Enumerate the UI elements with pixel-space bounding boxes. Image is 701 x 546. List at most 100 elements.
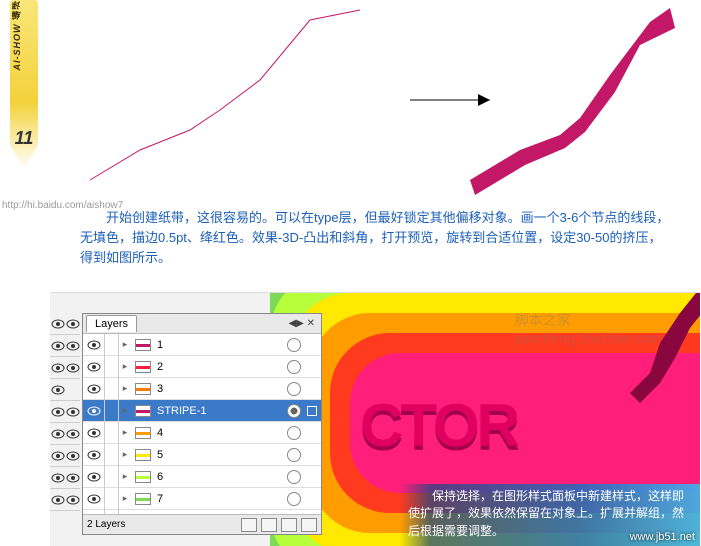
selection-color-box [307,362,317,372]
target-icon[interactable] [287,360,301,374]
arrow-head-icon [478,94,490,106]
lock-column[interactable] [105,378,119,400]
badge-number: 11 [10,128,38,149]
disclosure-triangle-icon[interactable]: ▸ [119,361,131,372]
eye-icon[interactable] [65,313,80,334]
eye-icon[interactable] [50,467,65,488]
layers-panel-header[interactable]: Layers ◀▶ ✕ [83,314,321,334]
layer-name[interactable]: 5 [155,449,287,461]
disclosure-triangle-icon[interactable]: ▸ [119,471,131,482]
eye-icon[interactable] [50,445,65,466]
eye-icon[interactable] [50,379,65,400]
layer-thumbnail [135,449,151,461]
target-icon[interactable] [287,470,301,484]
layer-name[interactable]: 2 [155,361,287,373]
lock-column[interactable] [105,510,119,515]
eye-icon[interactable] [83,510,105,515]
panel-collapse-close[interactable]: ◀▶ ✕ [282,318,321,329]
layers-tab[interactable]: Layers [86,315,137,332]
layer-row[interactable]: ▸4 [83,422,321,444]
layer-name[interactable]: 7 [155,493,287,505]
eye-icon[interactable] [65,489,80,510]
layer-row[interactable]: ▸1 [83,334,321,356]
layer-name[interactable]: 3 [155,383,287,395]
badge-title: AI-SHOW 编译 [10,0,23,77]
eye-icon[interactable] [65,401,80,422]
eye-icon[interactable] [50,423,65,444]
eye-icon[interactable] [65,423,80,444]
eye-icon[interactable] [50,489,65,510]
eye-icon[interactable] [65,445,80,466]
lock-column[interactable] [105,488,119,510]
layers-panel[interactable]: Layers ◀▶ ✕ ▸1▸2▸3▸STRIPE-1▸4▸5▸6▸7▸8 2 … [82,313,322,535]
eye-icon[interactable] [83,466,105,488]
target-icon[interactable] [287,404,301,418]
blank-cell [65,379,80,400]
target-icon[interactable] [287,382,301,396]
new-layer-icon[interactable] [281,518,297,532]
layer-thumbnail [135,471,151,483]
eye-icon[interactable] [83,422,105,444]
layer-row[interactable]: ▸ STRIPE-1 [83,400,321,422]
disclosure-triangle-icon[interactable]: ▸ [119,383,131,394]
target-icon[interactable] [287,426,301,440]
lock-column[interactable] [105,334,119,356]
eye-icon[interactable] [83,378,105,400]
lock-column[interactable] [105,422,119,444]
selection-color-box [307,472,317,482]
disclosure-triangle-icon[interactable]: ▸ [119,339,131,350]
eye-icon[interactable] [65,335,80,356]
selection-color-box [307,494,317,504]
layers-panel-footer: 2 Layers [83,514,321,534]
layer-thumbnail [135,383,151,395]
layer-name[interactable]: STRIPE-1 [155,405,287,417]
make-clipping-mask-icon[interactable] [241,518,257,532]
new-sublayer-icon[interactable] [261,518,277,532]
layer-row[interactable]: ▸7 [83,488,321,510]
lock-column[interactable] [105,444,119,466]
layer-row[interactable]: ▸6 [83,466,321,488]
instruction-paragraph: 开始创建纸带，这很容易的。可以在type层，但最好锁定其他偏移对象。画一个3-6… [80,208,670,268]
disclosure-triangle-icon[interactable]: ▸ [119,449,131,460]
illustration-area [70,0,680,200]
eye-icon[interactable] [83,488,105,510]
eye-icon[interactable] [83,356,105,378]
layer-thumbnail [135,361,151,373]
disclosure-triangle-icon[interactable]: ▸ [119,427,131,438]
watermark-center: 脚本之家 jiaocheng.zhezhier.com [515,310,661,346]
ctor-text: CTOR [360,391,517,460]
eye-icon[interactable] [50,401,65,422]
eye-icon[interactable] [83,444,105,466]
layer-row[interactable]: ▸2 [83,356,321,378]
layer-thumbnail [135,405,151,417]
target-icon[interactable] [287,492,301,506]
eye-icon[interactable] [83,334,105,356]
thin-stroke-path [90,10,360,180]
disclosure-triangle-icon[interactable]: ▸ [119,405,131,416]
eye-icon[interactable] [50,335,65,356]
layer-name[interactable]: 4 [155,427,287,439]
eye-icon[interactable] [65,467,80,488]
eye-icon[interactable] [83,400,105,422]
selection-color-box [307,406,317,416]
layer-row[interactable]: ▸5 [83,444,321,466]
target-icon[interactable] [287,448,301,462]
selection-color-box [307,384,317,394]
delete-layer-icon[interactable] [301,518,317,532]
thick-ribbon-shape [470,8,675,195]
target-icon[interactable] [287,338,301,352]
illustration-svg [70,0,680,200]
layer-name[interactable]: 6 [155,471,287,483]
selection-color-box [307,450,317,460]
lock-column[interactable] [105,356,119,378]
tutorial-badge-region: AI-SHOW 编译 11 http://hi.baidu.com/aishow… [2,0,42,260]
disclosure-triangle-icon[interactable]: ▸ [119,493,131,504]
layer-count-label: 2 Layers [87,519,125,530]
eye-icon[interactable] [65,357,80,378]
layer-name[interactable]: 1 [155,339,287,351]
layer-row[interactable]: ▸3 [83,378,321,400]
lock-column[interactable] [105,466,119,488]
eye-icon[interactable] [50,357,65,378]
lock-column[interactable] [105,400,119,422]
eye-icon[interactable] [50,313,65,334]
